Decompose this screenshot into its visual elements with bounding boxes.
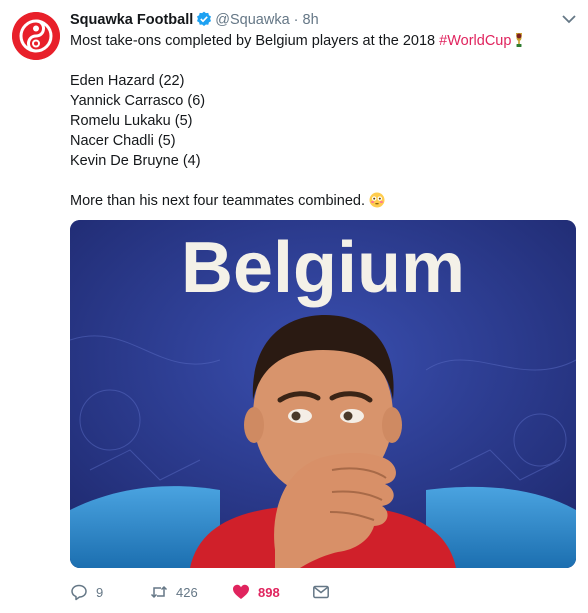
author-name[interactable]: Squawka Football bbox=[70, 12, 193, 28]
reply-button[interactable]: 9 bbox=[70, 583, 150, 601]
verified-badge-icon bbox=[197, 11, 212, 26]
list-item: Nacer Chadli (5) bbox=[70, 133, 176, 149]
list-item: Kevin De Bruyne (4) bbox=[70, 153, 201, 169]
tweet-intro-text: Most take-ons completed by Belgium playe… bbox=[70, 33, 440, 49]
reply-icon bbox=[71, 584, 87, 601]
list-item: Yannick Carrasco (6) bbox=[70, 93, 206, 109]
tweet-actions: 9 426 898 bbox=[70, 580, 342, 604]
direct-message-icon bbox=[313, 585, 329, 599]
chevron-down-icon[interactable] bbox=[562, 14, 576, 24]
tweet: Squawka Football @Squawka · 8h Most take… bbox=[0, 0, 588, 613]
flushed-face-icon bbox=[369, 192, 385, 208]
direct-message-button[interactable] bbox=[312, 583, 342, 601]
tweet-media-photo[interactable]: Belgium bbox=[70, 220, 576, 568]
header-separator: · bbox=[293, 12, 299, 28]
retweet-count: 426 bbox=[176, 584, 198, 600]
list-item: Eden Hazard (22) bbox=[70, 73, 185, 89]
retweet-button[interactable]: 426 bbox=[150, 583, 232, 601]
tweet-closing-text: More than his next four teammates combin… bbox=[70, 193, 365, 209]
like-count: 898 bbox=[258, 584, 280, 600]
media-banner-text: Belgium bbox=[181, 228, 465, 308]
trophy-icon bbox=[516, 33, 523, 47]
media-illustration: Belgium bbox=[70, 220, 576, 568]
tweet-timestamp[interactable]: 8h bbox=[303, 12, 319, 28]
like-button[interactable]: 898 bbox=[232, 583, 312, 601]
tweet-intro-line: Most take-ons completed by Belgium playe… bbox=[70, 31, 575, 51]
list-item: Romelu Lukaku (5) bbox=[70, 113, 193, 129]
author-handle[interactable]: @Squawka bbox=[215, 12, 289, 28]
squawka-logo-icon bbox=[12, 12, 60, 60]
tweet-header: Squawka Football @Squawka · 8h bbox=[70, 11, 550, 31]
heart-icon bbox=[233, 584, 249, 599]
tweet-closing-line: More than his next four teammates combin… bbox=[70, 191, 575, 211]
hashtag-link[interactable]: #WorldCup bbox=[439, 33, 511, 49]
avatar[interactable] bbox=[12, 12, 60, 60]
reply-count: 9 bbox=[96, 584, 104, 600]
retweet-icon bbox=[150, 585, 168, 599]
